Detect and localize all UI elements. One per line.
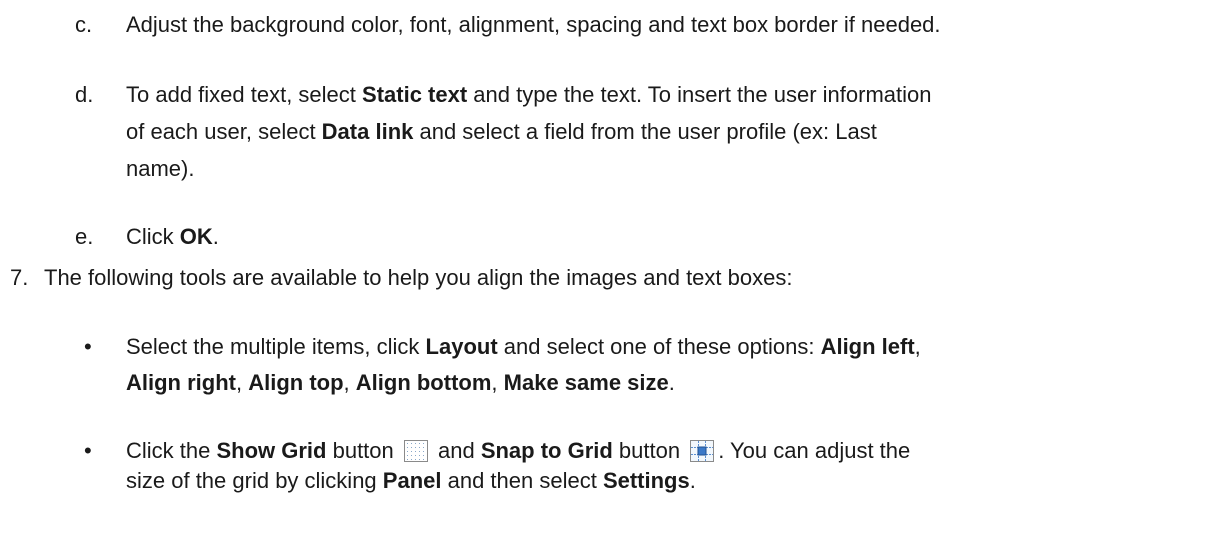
snap-to-grid-icon bbox=[690, 440, 715, 462]
bullet-2-line-2: size of the grid by clicking Panel and t… bbox=[126, 468, 696, 493]
step-c-text: Adjust the background color, font, align… bbox=[126, 12, 941, 37]
align-right-term: Align right bbox=[126, 370, 236, 395]
step-d-line-3: name). bbox=[126, 156, 195, 181]
make-same-size-term: Make same size bbox=[503, 370, 669, 395]
bullet-1-symbol: • bbox=[84, 334, 92, 359]
step-d-line-1: To add fixed text, select Static text an… bbox=[126, 82, 932, 107]
step-c-marker: c. bbox=[75, 12, 93, 37]
align-top-term: Align top bbox=[248, 370, 344, 395]
align-bottom-term: Align bottom bbox=[355, 370, 492, 395]
show-grid-icon bbox=[403, 440, 428, 462]
step-7-marker: 7. bbox=[10, 265, 29, 290]
step-d-line-2: of each user, select Data link and selec… bbox=[126, 119, 877, 144]
bullet-1-line-1: Select the multiple items, click Layout … bbox=[126, 334, 921, 359]
data-link-term: Data link bbox=[321, 119, 414, 144]
settings-term: Settings bbox=[602, 468, 690, 493]
layout-term: Layout bbox=[425, 334, 498, 359]
snap-to-grid-term: Snap to Grid bbox=[480, 438, 613, 463]
show-grid-term: Show Grid bbox=[216, 438, 327, 463]
ok-term: OK bbox=[179, 224, 213, 249]
step-e-text: Click OK. bbox=[126, 224, 219, 249]
bullet-1-line-2: Align right, Align top, Align bottom, Ma… bbox=[126, 370, 675, 395]
align-left-term: Align left bbox=[820, 334, 915, 359]
bullet-2-symbol: • bbox=[84, 438, 92, 463]
step-e-marker: e. bbox=[75, 224, 94, 249]
bullet-2-line-1: Click the Show Grid button and Snap to G… bbox=[126, 438, 911, 463]
panel-term: Panel bbox=[382, 468, 442, 493]
step-d-marker: d. bbox=[75, 82, 94, 107]
static-text-term: Static text bbox=[362, 82, 468, 107]
step-7-text: The following tools are available to hel… bbox=[44, 265, 793, 290]
